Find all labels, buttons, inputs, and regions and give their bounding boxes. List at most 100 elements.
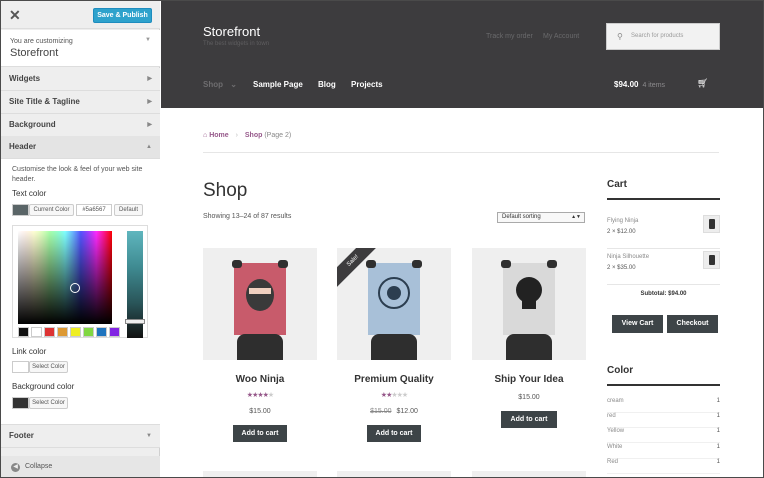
link-select-color-button[interactable]: Select Color (29, 361, 68, 373)
color-filter-item[interactable]: Red 1 (607, 459, 720, 474)
nav-item-projects[interactable]: Projects (351, 80, 383, 89)
search-input[interactable]: ⚲ Search for products (606, 23, 720, 50)
poster (234, 263, 286, 335)
color-filter-item[interactable]: cream 1 (607, 398, 720, 413)
breadcrumb: ⌂ Home › Shop (Page 2) (203, 132, 291, 139)
palette-swatch[interactable] (31, 327, 42, 337)
product-name[interactable]: Ship Your Idea (472, 374, 586, 385)
person-torso (371, 334, 417, 360)
cart-item-qty: 2 × $12.00 (607, 229, 636, 235)
breadcrumb-shop[interactable]: Shop (245, 132, 263, 139)
star-rating: ★★★★★ (337, 391, 451, 399)
link-color-swatch[interactable] (12, 361, 29, 373)
track-order-link[interactable]: Track my order (486, 33, 533, 40)
palette-swatch[interactable] (18, 327, 29, 337)
hex-input[interactable]: #5a6567 (76, 204, 112, 216)
my-account-link[interactable]: My Account (543, 33, 579, 40)
customizing-site-name: Storefront (10, 47, 59, 59)
palette-swatch[interactable] (83, 327, 94, 337)
save-publish-button[interactable]: Save & Publish (93, 8, 152, 23)
cart-count: 4 items (642, 82, 666, 89)
customizer-info: You are customizing Storefront ▼ (1, 30, 160, 67)
color-count: 1 (716, 413, 720, 419)
cart-item-thumbnail[interactable] (703, 215, 720, 233)
color-filter-item[interactable]: red 1 (607, 413, 720, 428)
view-cart-button[interactable]: View Cart (612, 315, 663, 333)
person-torso (237, 334, 283, 360)
section-label: Footer (9, 431, 34, 440)
product-name[interactable]: Premium Quality (337, 374, 451, 385)
select-arrow-icon: ▲▼ (571, 214, 581, 220)
product-image[interactable]: Sale! (337, 248, 451, 360)
product-card-partial (337, 471, 451, 477)
hue-slider-handle[interactable] (125, 319, 145, 324)
section-header[interactable]: Header ▲ (1, 136, 160, 159)
cart-item: Ninja Silhouette 2 × $35.00 (607, 249, 720, 285)
cart-item-thumbnail[interactable] (703, 251, 720, 269)
palette-swatch[interactable] (109, 327, 120, 337)
picker-handle[interactable] (70, 283, 80, 293)
palette-swatch[interactable] (57, 327, 68, 337)
product-name[interactable]: Woo Ninja (203, 374, 317, 385)
section-widgets[interactable]: Widgets ▶ (1, 68, 160, 91)
color-filter-item[interactable]: White 1 (607, 444, 720, 459)
customizer-header: ✕ Save & Publish (1, 1, 160, 29)
text-color-swatch[interactable] (12, 204, 29, 216)
sorting-select[interactable]: Default sorting ▲▼ (497, 212, 585, 223)
star-rating: ★★★★★ (203, 391, 317, 399)
divider (203, 152, 719, 153)
product-image[interactable] (203, 248, 317, 360)
background-color-swatch[interactable] (12, 397, 29, 409)
section-footer[interactable]: Footer ▼ (1, 425, 160, 448)
color-name: Red (607, 459, 619, 465)
header-description: Customise the look & feel of your web si… (12, 166, 143, 183)
ninja-illustration (246, 279, 274, 311)
caret-down-icon[interactable]: ▼ (145, 37, 151, 43)
collapse-button[interactable]: ◀ Collapse (1, 456, 160, 477)
nav-item-shop[interactable]: Shop ⌄ (203, 80, 237, 89)
current-color-button[interactable]: Current Color (29, 204, 74, 216)
palette-swatch[interactable] (96, 327, 107, 337)
hue-slider[interactable] (125, 231, 145, 338)
checkout-button[interactable]: Checkout (667, 315, 718, 333)
color-picker[interactable] (12, 225, 148, 338)
stars-off: ★★★ (391, 392, 408, 399)
cart-total: $94.00 (614, 80, 639, 89)
site-preview: Storefront The best widgets in town Trac… (161, 1, 763, 477)
product-price: $15.00 $12.00 (337, 408, 451, 415)
section-label: Background (9, 120, 56, 129)
breadcrumb-home[interactable]: Home (209, 132, 228, 139)
cart-item-name[interactable]: Ninja Silhouette (607, 254, 649, 260)
cart-icon[interactable]: 🛒︎ (697, 78, 708, 89)
site-title[interactable]: Storefront (203, 24, 260, 39)
hand (412, 260, 422, 268)
product-card-partial (203, 471, 317, 477)
close-icon[interactable]: ✕ (9, 8, 21, 22)
add-to-cart-button[interactable]: Add to cart (233, 425, 287, 442)
cart-widget-title: Cart (607, 179, 628, 190)
stars-on: ★★ (380, 392, 393, 399)
add-to-cart-button[interactable]: Add to cart (501, 411, 557, 428)
default-color-button[interactable]: Default (114, 204, 143, 216)
saturation-field[interactable] (18, 231, 112, 324)
section-site-title[interactable]: Site Title & Tagline ▶ (1, 91, 160, 114)
stars-on: ★★★★ (246, 392, 269, 399)
caret-down-icon: ▼ (146, 433, 152, 439)
collapse-label: Collapse (25, 463, 53, 470)
widget-title-underline (607, 384, 720, 386)
palette-swatch[interactable] (70, 327, 81, 337)
header-cart[interactable]: $94.00 4 items (614, 80, 665, 89)
color-filter-item[interactable]: Yellow 1 (607, 428, 720, 443)
palette-swatch[interactable] (44, 327, 55, 337)
add-to-cart-button[interactable]: Add to cart (367, 425, 421, 442)
color-name: cream (607, 398, 624, 404)
nav-item-blog[interactable]: Blog (318, 80, 336, 89)
nav-item-sample-page[interactable]: Sample Page (253, 80, 303, 89)
color-count: 1 (716, 459, 720, 465)
section-label: Widgets (9, 74, 41, 83)
product-image[interactable] (472, 248, 586, 360)
section-background[interactable]: Background ▶ (1, 114, 160, 137)
cart-item-qty: 2 × $35.00 (607, 265, 636, 271)
cart-item-name[interactable]: Flying Ninja (607, 218, 638, 224)
bg-select-color-button[interactable]: Select Color (29, 397, 68, 409)
